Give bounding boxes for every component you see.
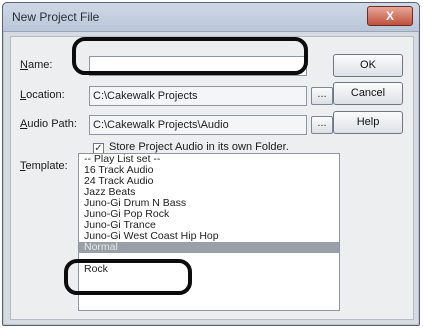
- audio-path-field[interactable]: C:\Cakewalk Projects\Audio: [89, 115, 307, 135]
- name-label: Name:: [20, 59, 53, 71]
- location-label: Location:: [20, 89, 65, 101]
- ok-button[interactable]: OK: [333, 54, 403, 77]
- name-input[interactable]: [89, 56, 307, 76]
- template-list-item[interactable]: Juno-Gi West Coast Hip Hop: [79, 231, 339, 242]
- audio-path-label: Audio Path:: [20, 118, 77, 130]
- dialog-title: New Project File: [12, 10, 100, 24]
- location-browse-button[interactable]: ...: [311, 87, 333, 105]
- template-label: Template:: [20, 160, 68, 172]
- template-list-item[interactable]: [79, 253, 339, 264]
- close-icon: X: [385, 9, 394, 23]
- template-list[interactable]: -- Play List set -- 16 Track Audio 24 Trac…: [78, 153, 340, 311]
- close-button[interactable]: X: [367, 6, 413, 26]
- title-bar[interactable]: New Project File X: [3, 3, 419, 32]
- audio-path-browse-button[interactable]: ...: [311, 116, 333, 134]
- cancel-button[interactable]: Cancel: [333, 82, 403, 105]
- location-field[interactable]: C:\Cakewalk Projects: [89, 86, 307, 106]
- template-list-item[interactable]: Rock: [79, 264, 339, 275]
- help-button[interactable]: Help: [333, 111, 403, 134]
- template-list-item[interactable]: Normal: [79, 242, 339, 253]
- store-audio-label: Store Project Audio in its own Folder.: [109, 141, 289, 153]
